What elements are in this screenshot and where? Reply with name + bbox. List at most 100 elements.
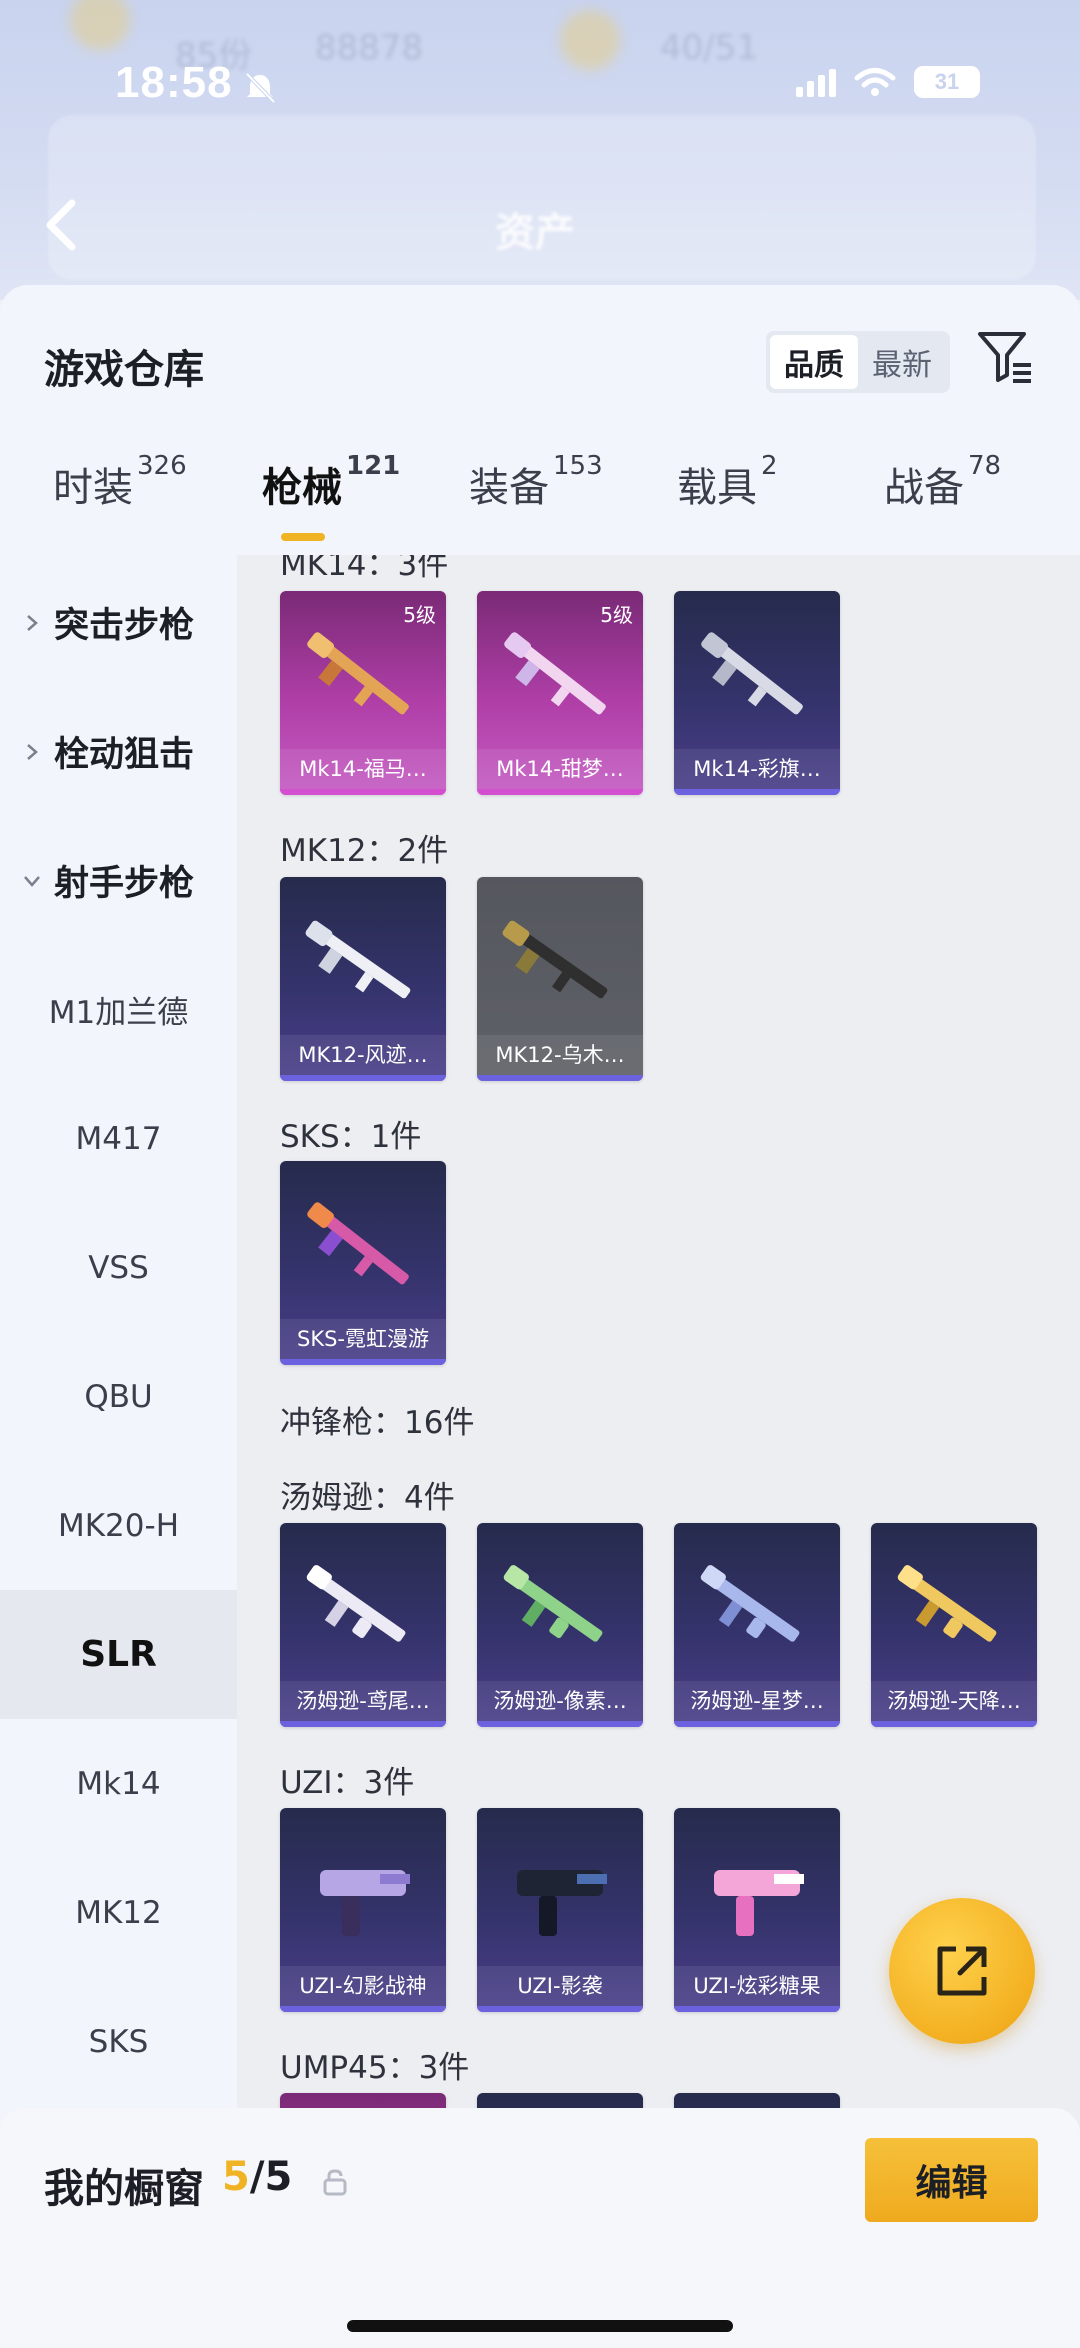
status-time: 18:58 (115, 58, 233, 107)
weapon-name: MK12-风迹… (280, 1035, 446, 1075)
wifi-icon (854, 68, 896, 96)
chevron-right-icon (27, 614, 38, 631)
background-header: 85份 88878 40/51 资产 18:58 31 (0, 0, 1080, 300)
showcase-current: 5 (222, 2154, 250, 2200)
sidebar-category-label: 栓动狙击 (54, 735, 195, 775)
mute-bell-icon (245, 72, 276, 104)
filter-icon[interactable] (976, 329, 1034, 385)
weapon-name: Mk14-福马… (280, 749, 446, 789)
weapon-name: UZI-幻影战神 (280, 1966, 446, 2006)
tab-fashion[interactable]: 时装 326 (53, 451, 187, 513)
rarity-strip (674, 789, 840, 795)
sidebar-item-slr[interactable]: SLR (0, 1590, 237, 1719)
rarity-strip (280, 1075, 446, 1081)
sidebar-category-label: 射手步枪 (54, 864, 195, 904)
smg-icon (306, 1565, 406, 1642)
rarity-strip (674, 1721, 840, 1727)
section-header-smg: 冲锋枪：16件 (280, 1405, 475, 1441)
tab-label: 装备 (469, 465, 549, 511)
rarity-strip (674, 2006, 840, 2012)
sidebar-item-m417[interactable]: M417 (0, 1074, 237, 1203)
weapon-card[interactable]: 汤姆逊-天降… (871, 1523, 1037, 1727)
weapon-name: UZI-炫彩糖果 (674, 1966, 840, 2006)
sidebar-category-assault-rifle[interactable]: 突击步枪 (0, 558, 237, 687)
smg-icon (897, 1565, 997, 1642)
tab-count: 121 (346, 451, 401, 481)
tab-equipment[interactable]: 装备 153 (469, 451, 603, 513)
rarity-strip (477, 1721, 643, 1727)
back-chevron-icon[interactable] (42, 195, 82, 255)
sidebar-category-label: 突击步枪 (54, 606, 195, 646)
share-button[interactable] (889, 1898, 1035, 2044)
lock-icon (323, 2169, 347, 2196)
chevron-right-icon (27, 743, 38, 760)
section-header-mk14: MK14：3件 (280, 555, 449, 583)
sidebar-category-bolt-sniper[interactable]: 栓动狙击 (0, 687, 237, 816)
sort-toggle[interactable]: 品质 最新 (766, 331, 950, 393)
rifle-icon (701, 632, 803, 715)
weapon-name: Mk14-彩旗… (674, 749, 840, 789)
sort-newest-button[interactable]: 最新 (858, 335, 946, 389)
rifle-icon (305, 920, 411, 999)
coin-blur (70, 0, 130, 50)
weapon-card[interactable]: SKS-霓虹漫游 (280, 1161, 446, 1365)
weapon-name: 汤姆逊-像素… (477, 1681, 643, 1721)
warehouse-title: 游戏仓库 (44, 347, 204, 393)
sidebar-item-mk20h[interactable]: MK20-H (0, 1461, 237, 1590)
weapon-card[interactable]: 汤姆逊-鸢尾… (280, 1523, 446, 1727)
signal-icon (796, 67, 836, 97)
rarity-strip (280, 2006, 446, 2012)
tab-supplies[interactable]: 战备 78 (884, 451, 1001, 513)
section-header-sks: SKS：1件 (280, 1119, 422, 1155)
sidebar-item-qbu[interactable]: QBU (0, 1332, 237, 1461)
chevron-down-icon (24, 875, 40, 887)
weapon-name: SKS-霓虹漫游 (280, 1319, 446, 1359)
rarity-strip (477, 2006, 643, 2012)
warehouse-panel: 游戏仓库 品质 最新 时装 326 枪械 121 装备 153 载具 2 战备 78 突击… (0, 285, 1080, 2348)
weapon-card[interactable]: UZI-炫彩糖果 (674, 1808, 840, 2012)
weapon-name: UZI-影袭 (477, 1966, 643, 2006)
rifle-icon (502, 920, 608, 999)
weapon-card[interactable]: UZI-幻影战神 (280, 1808, 446, 2012)
tab-count: 78 (968, 451, 1002, 481)
showcase-total: /5 (249, 2154, 293, 2200)
sidebar-item-mk14[interactable]: Mk14 (0, 1719, 237, 1848)
category-tabs: 时装 326 枪械 121 装备 153 载具 2 战备 78 (0, 451, 1080, 540)
tab-label: 载具 (677, 465, 757, 511)
showcase-count: 5/5 (222, 2154, 292, 2200)
weapon-card[interactable]: MK12-乌木… (477, 877, 643, 1081)
ghost-text: 88878 (315, 28, 424, 68)
tab-label: 战备 (884, 465, 964, 511)
rarity-strip (280, 1721, 446, 1727)
sort-quality-button[interactable]: 品质 (770, 335, 858, 389)
rarity-strip (871, 1721, 1037, 1727)
tab-vehicles[interactable]: 载具 2 (677, 451, 778, 513)
rifle-icon (307, 632, 409, 715)
weapon-card[interactable]: UZI-影袭 (477, 1808, 643, 2012)
showcase-label: 我的橱窗 (44, 2166, 204, 2212)
sidebar-item-m1-garand[interactable]: M1加兰德 (0, 945, 237, 1074)
weapon-name: Mk14-甜梦… (477, 749, 643, 789)
status-icons: 31 (796, 66, 980, 98)
weapon-card[interactable]: 汤姆逊-星梦… (674, 1523, 840, 1727)
weapon-card[interactable]: 汤姆逊-像素… (477, 1523, 643, 1727)
sidebar-item-vss[interactable]: VSS (0, 1203, 237, 1332)
sidebar-category-marksman-rifle[interactable]: 射手步枪 (0, 816, 237, 945)
weapon-card[interactable]: Mk14-彩旗… (674, 591, 840, 795)
rarity-strip (477, 1075, 643, 1081)
rarity-strip (280, 1359, 446, 1365)
sidebar-item-sks[interactable]: SKS (0, 1977, 237, 2106)
share-icon (937, 1946, 987, 1996)
active-tab-indicator (281, 533, 325, 541)
tab-weapons[interactable]: 枪械 121 (262, 451, 400, 513)
weapon-card[interactable]: 5级 Mk14-福马… (280, 591, 446, 795)
weapon-card[interactable]: MK12-风迹… (280, 877, 446, 1081)
home-indicator (347, 2320, 733, 2332)
edit-button[interactable]: 编辑 (865, 2138, 1038, 2222)
rifle-icon (307, 1202, 409, 1285)
sidebar-item-mk12[interactable]: MK12 (0, 1848, 237, 1977)
uzi-icon (714, 1870, 804, 1936)
section-header-uzi: UZI：3件 (280, 1765, 415, 1801)
page-title: 资产 (495, 210, 575, 256)
weapon-card[interactable]: 5级 Mk14-甜梦… (477, 591, 643, 795)
